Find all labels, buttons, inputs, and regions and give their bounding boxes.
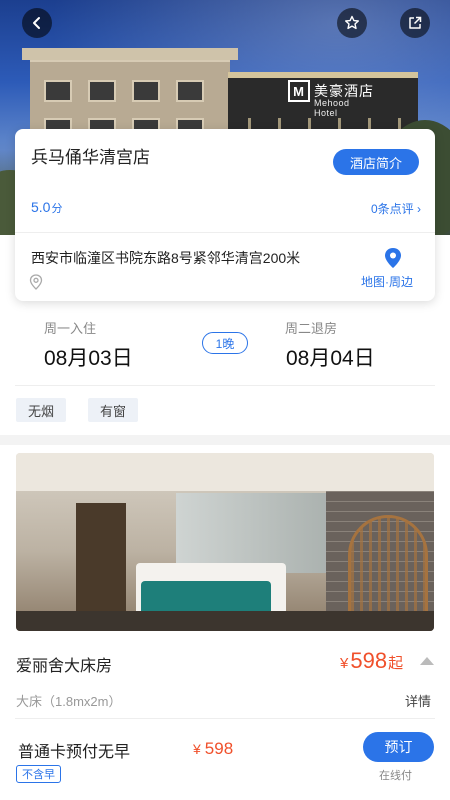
map-nearby-link[interactable]: 地图·周边 (361, 273, 413, 290)
payment-note: 在线付 (379, 770, 412, 782)
price-suffix: 起 (388, 655, 404, 672)
divider (15, 718, 435, 719)
hotel-address: 西安市临潼区书院东路8号紧邻华清宫200米 (31, 250, 301, 266)
room-price: ¥598起 (340, 648, 403, 674)
room-details-link[interactable]: 详情 (405, 691, 431, 710)
collapse-caret-icon[interactable] (420, 657, 434, 665)
favorite-button[interactable] (337, 8, 367, 38)
hotel-sign: M 美豪酒店 Mehood Hotel (288, 80, 374, 118)
room-name[interactable]: 爱丽舍大床房 (16, 652, 112, 676)
bed-info: 大床（1.8mx2m） (16, 694, 122, 709)
reviews-link[interactable]: 0条点评 › (371, 200, 421, 217)
divider (15, 232, 435, 233)
filter-tag-no-smoking[interactable]: 无烟 (16, 398, 67, 422)
rate-plan-name: 普通卡预付无早 (18, 744, 131, 761)
hotel-sign-subtext: Mehood Hotel (314, 98, 350, 118)
rate-plan-price-value: 598 (204, 739, 234, 758)
room-price-value: 598 (350, 648, 388, 673)
divider (15, 385, 435, 386)
share-icon (409, 16, 422, 29)
location-pin-icon (29, 274, 43, 290)
rate-plan-price: ¥598 (193, 739, 233, 759)
back-button[interactable] (22, 8, 52, 38)
no-breakfast-badge: 不含早 (16, 765, 61, 783)
checkin-label: 周一入住 (44, 321, 97, 336)
hotel-logo: M (288, 80, 310, 102)
share-button[interactable] (400, 8, 430, 38)
hotel-info-card: 兵马俑华清宫店 酒店简介 5.0分 0条点评 › 西安市临潼区书院东路8号紧邻华… (15, 129, 435, 301)
currency-symbol: ¥ (193, 741, 201, 757)
section-separator (0, 435, 450, 445)
checkout-date[interactable]: 08月04日 (286, 342, 375, 372)
star-icon (345, 15, 359, 30)
hotel-name: 兵马俑华清宫店 (31, 148, 150, 167)
nights-badge: 1晚 (202, 332, 248, 354)
chevron-left-icon (33, 17, 40, 29)
checkin-date[interactable]: 08月03日 (44, 342, 133, 372)
score-value: 5.0 (31, 199, 51, 215)
hotel-score: 5.0分 (31, 199, 62, 216)
book-button[interactable]: 预订 (363, 732, 434, 762)
checkout-label: 周二退房 (285, 321, 338, 336)
room-photo[interactable] (16, 453, 434, 631)
map-pin-icon[interactable] (383, 247, 403, 269)
score-unit: 分 (51, 203, 63, 215)
hotel-intro-button[interactable]: 酒店简介 (333, 149, 419, 175)
currency-symbol: ¥ (340, 655, 349, 672)
filter-tag-window[interactable]: 有窗 (88, 398, 139, 422)
